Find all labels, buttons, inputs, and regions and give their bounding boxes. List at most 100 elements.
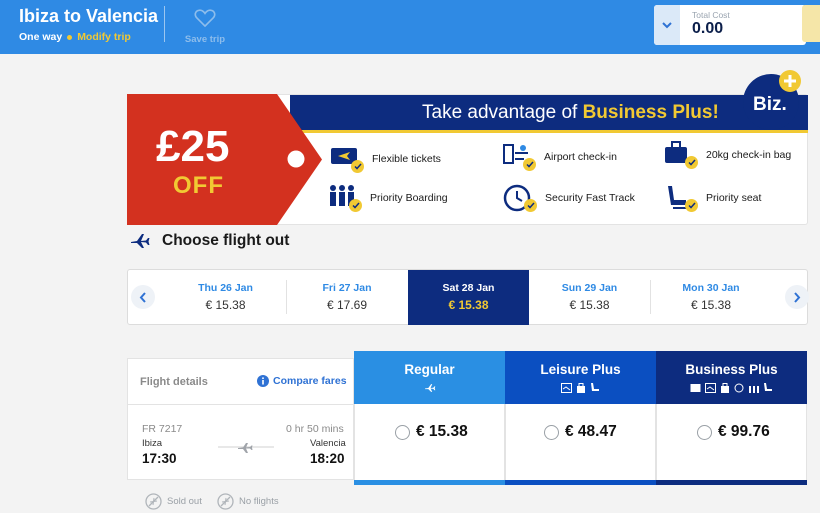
fare-footer-bar bbox=[354, 480, 505, 485]
heart-icon bbox=[194, 9, 216, 27]
chevron-down-icon bbox=[662, 21, 672, 28]
departure-time: 17:30 bbox=[142, 451, 177, 466]
fare-body[interactable]: € 48.47 bbox=[505, 404, 656, 480]
fare-body[interactable]: € 15.38 bbox=[354, 404, 505, 480]
date-price: € 15.38 bbox=[569, 298, 610, 312]
perk-label: 20kg check-in bag bbox=[706, 149, 792, 161]
bag-icon bbox=[721, 383, 729, 393]
flight-number: FR 7217 bbox=[142, 423, 183, 435]
fare-features bbox=[505, 383, 656, 393]
date-option[interactable]: Thu 26 Jan € 15.38 bbox=[165, 270, 286, 325]
fare-body[interactable]: € 99.76 bbox=[656, 404, 807, 480]
fare-price: € 15.38 bbox=[416, 423, 468, 440]
fare-radio[interactable] bbox=[544, 424, 559, 440]
flight-path-icon bbox=[218, 443, 274, 453]
date-price: € 15.38 bbox=[205, 298, 246, 312]
date-label: Mon 30 Jan bbox=[682, 282, 740, 294]
perk-label: Security Fast Track bbox=[545, 192, 635, 204]
check-in-icon bbox=[705, 383, 716, 393]
fare-regular[interactable]: Regular € 15.38 bbox=[354, 351, 505, 485]
next-date-button[interactable] bbox=[785, 285, 809, 309]
bag-icon bbox=[664, 141, 698, 169]
perk-fast-track: Security Fast Track bbox=[503, 184, 635, 212]
date-price: € 15.38 bbox=[690, 298, 732, 312]
legend-sold-out: Sold out bbox=[145, 493, 202, 510]
fare-radio[interactable] bbox=[697, 424, 712, 440]
biz-logo-text: Biz. bbox=[753, 94, 787, 115]
date-price: € 17.69 bbox=[326, 298, 368, 312]
fare-features bbox=[354, 383, 505, 393]
compare-fares-label: Compare fares bbox=[273, 375, 347, 387]
save-trip-label: Save trip bbox=[184, 34, 226, 45]
save-trip-button[interactable]: Save trip bbox=[183, 8, 227, 47]
total-cost-value: 0.00 bbox=[692, 20, 724, 37]
modify-trip-link[interactable]: Modify trip bbox=[77, 31, 131, 43]
chevron-left-icon bbox=[139, 291, 146, 303]
fare-features bbox=[656, 383, 807, 393]
legend-no-flights: No flights bbox=[217, 493, 279, 510]
prev-date-button[interactable] bbox=[131, 285, 155, 309]
fare-radio[interactable] bbox=[395, 424, 410, 440]
banner-stripe bbox=[290, 130, 808, 133]
seat-icon bbox=[764, 383, 772, 391]
bag-icon bbox=[577, 383, 585, 393]
plane-icon bbox=[131, 234, 150, 248]
perk-label: Flexible tickets bbox=[372, 153, 441, 165]
perk-label: Priority Boarding bbox=[370, 192, 448, 204]
choose-flight-heading: Choose flight out bbox=[130, 232, 289, 250]
route-title: Ibiza to Valencia bbox=[19, 6, 159, 26]
flight-details-title[interactable]: Flight details bbox=[140, 376, 208, 388]
fare-footer-bar bbox=[505, 480, 656, 485]
trip-type: One way bbox=[19, 31, 63, 43]
flight-details-header: Flight details Compare fares bbox=[128, 359, 355, 405]
arrival-time: 18:20 bbox=[310, 451, 345, 466]
date-carousel: Thu 26 Jan € 15.38 Fri 27 Jan € 17.69 Sa… bbox=[127, 269, 809, 325]
fare-option[interactable]: € 15.38 bbox=[395, 423, 468, 441]
fare-header: Business Plus bbox=[656, 351, 807, 404]
biz-logo: Biz. bbox=[743, 70, 801, 130]
fast-track-icon bbox=[503, 184, 537, 212]
discount-amount: £25 bbox=[156, 122, 230, 171]
date-option-selected[interactable]: Sat 28 Jan € 15.38 bbox=[408, 270, 529, 325]
ticket-icon bbox=[690, 384, 701, 392]
fast-track-icon bbox=[734, 383, 744, 393]
check-in-icon bbox=[502, 143, 536, 171]
info-icon bbox=[257, 375, 269, 387]
seat-icon bbox=[591, 383, 599, 391]
total-toggle[interactable] bbox=[654, 5, 680, 45]
fare-option[interactable]: € 99.76 bbox=[697, 423, 770, 441]
origin-city: Ibiza bbox=[142, 438, 163, 449]
total-cost-box[interactable]: Total Cost 0.00 bbox=[654, 5, 806, 45]
headline-highlight: Business Plus! bbox=[582, 102, 719, 123]
date-label: Sat 28 Jan bbox=[442, 282, 495, 294]
fare-option[interactable]: € 48.47 bbox=[544, 423, 617, 441]
perk-label: Priority seat bbox=[706, 192, 762, 204]
destination-city: Valencia bbox=[310, 438, 346, 449]
fare-price: € 48.47 bbox=[565, 423, 617, 440]
date-label: Thu 26 Jan bbox=[198, 282, 253, 294]
date-option[interactable]: Mon 30 Jan € 15.38 bbox=[650, 270, 772, 325]
boarding-icon bbox=[328, 184, 362, 212]
top-header: Ibiza to Valencia One way Modify trip Sa… bbox=[0, 0, 820, 54]
header-divider bbox=[164, 6, 165, 42]
trip-summary: One way Modify trip bbox=[19, 31, 131, 43]
fare-price: € 99.76 bbox=[718, 423, 770, 440]
date-option[interactable]: Sun 29 Jan € 15.38 bbox=[529, 270, 650, 325]
continue-button[interactable] bbox=[802, 5, 820, 42]
fare-name: Business Plus bbox=[685, 362, 778, 377]
fare-leisure-plus[interactable]: Leisure Plus € 48.47 bbox=[505, 351, 656, 485]
seat-icon bbox=[664, 184, 698, 212]
fare-name: Leisure Plus bbox=[540, 362, 621, 377]
separator-dot bbox=[67, 34, 73, 40]
legend-label: No flights bbox=[239, 496, 279, 507]
fare-business-plus[interactable]: Business Plus € 99.76 bbox=[656, 351, 807, 485]
date-option[interactable]: Fri 27 Jan € 17.69 bbox=[286, 270, 408, 325]
compare-fares-link[interactable]: Compare fares bbox=[257, 375, 347, 387]
legend-label: Sold out bbox=[167, 496, 202, 507]
perk-priority-seat: Priority seat bbox=[664, 184, 761, 212]
no-flights-icon bbox=[217, 493, 234, 510]
check-in-icon bbox=[561, 383, 572, 393]
perk-flexible-tickets: Flexible tickets bbox=[330, 145, 441, 173]
discount-off: OFF bbox=[173, 172, 224, 199]
boarding-icon bbox=[749, 386, 759, 393]
